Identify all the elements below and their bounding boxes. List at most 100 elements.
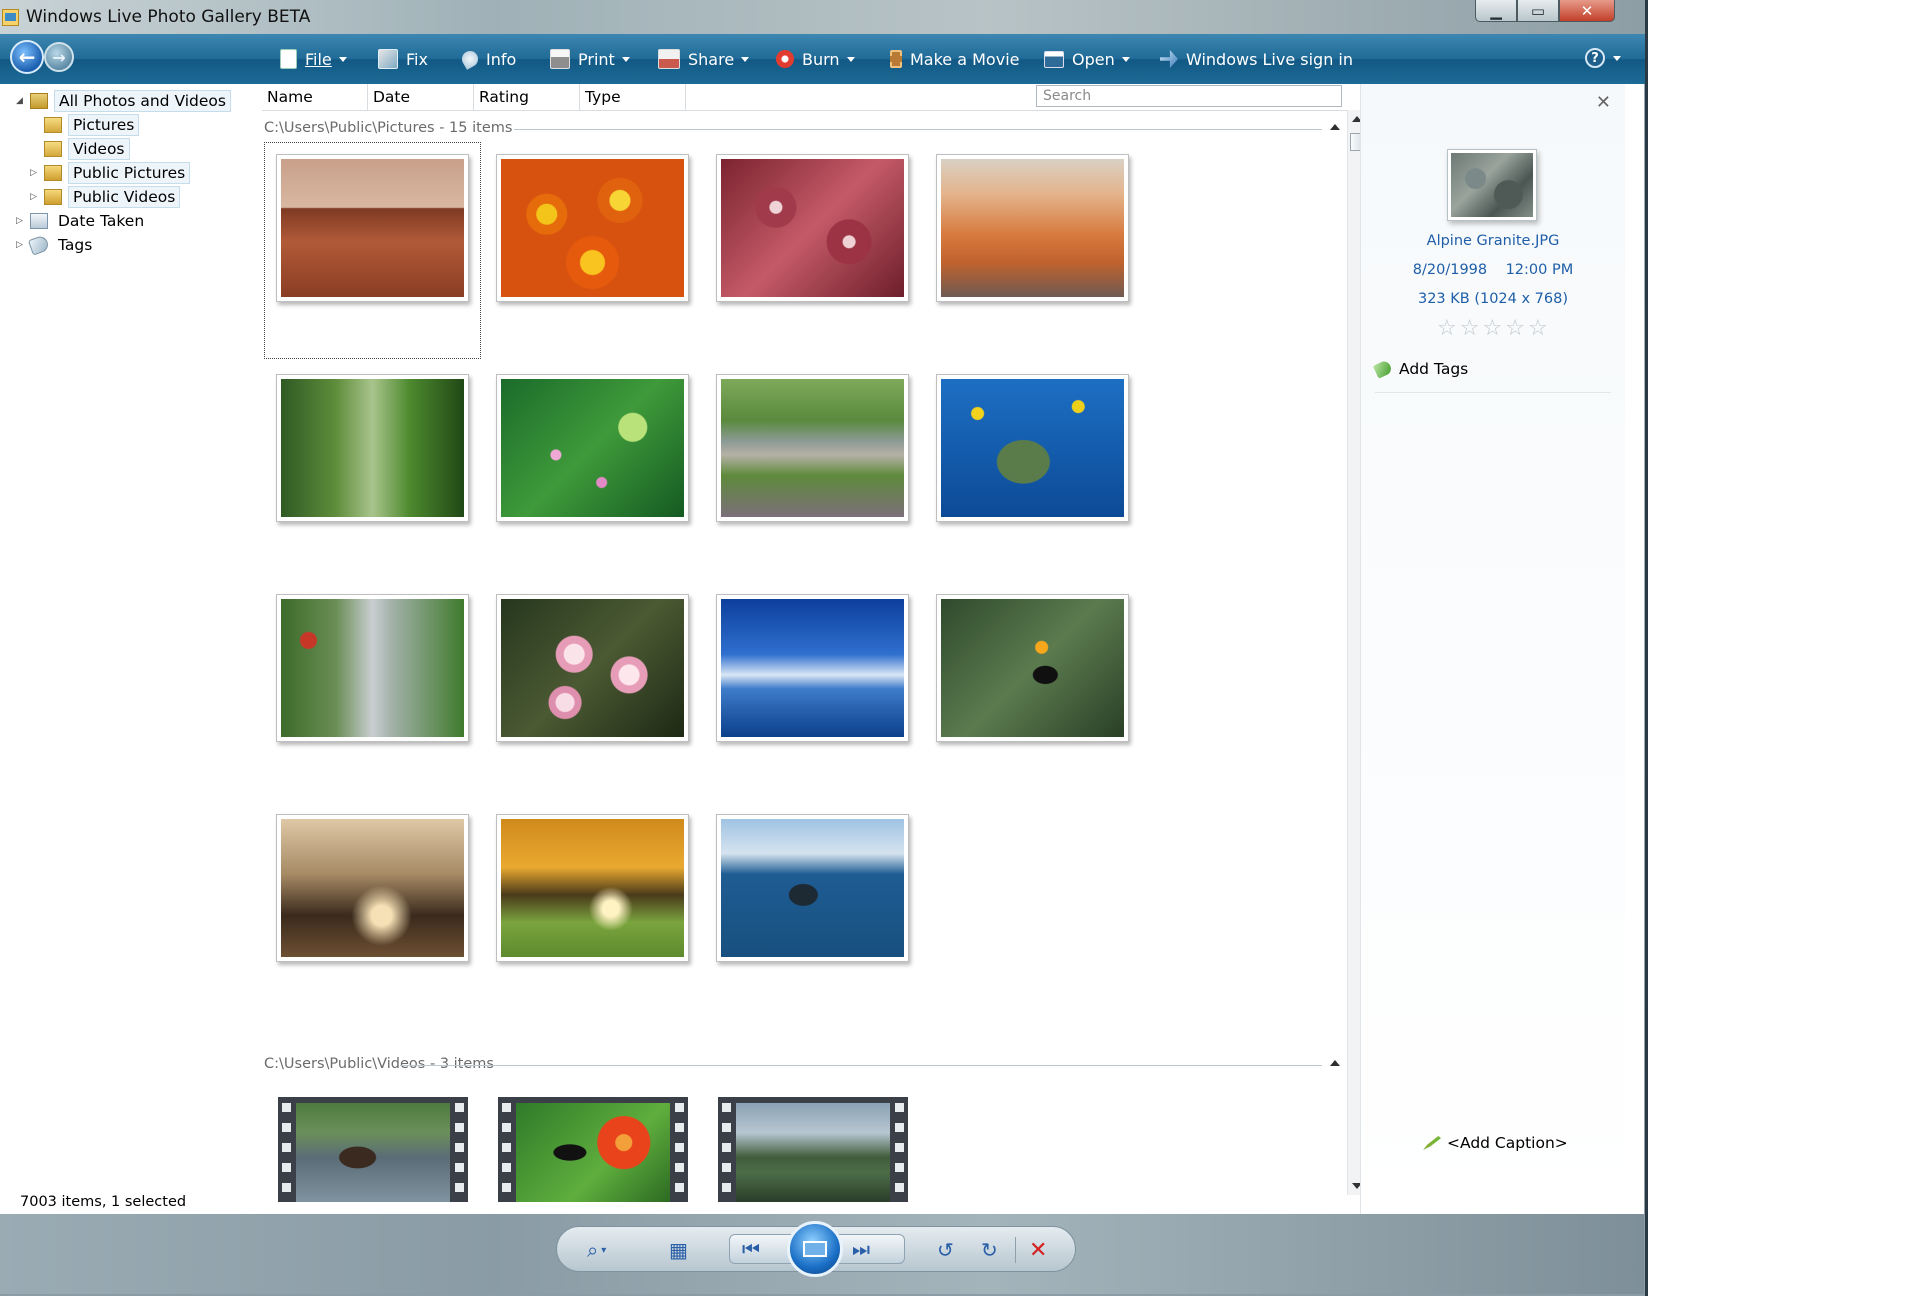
star-icon[interactable]: ☆ (1437, 316, 1457, 341)
column-header-date[interactable]: Date (368, 84, 474, 110)
tree-item-all-photos-and-videos[interactable]: ◢ All Photos and Videos (16, 90, 231, 112)
previous-icon[interactable]: ⏮ (742, 1236, 760, 1262)
pictures-folder-icon (44, 117, 62, 133)
expand-triangle-icon[interactable]: ▷ (30, 192, 40, 202)
toolbar: ← → File Fix Info Print Share Burn Make … (0, 34, 1645, 84)
collapse-group-icon[interactable] (1330, 1060, 1340, 1066)
help-chevron-down-icon[interactable] (1613, 56, 1621, 61)
open-window-icon (1044, 50, 1064, 68)
star-icon[interactable]: ☆ (1505, 316, 1525, 341)
info-size: 323 KB (1024 x 768) (1417, 291, 1569, 307)
photo-browser: Name Date Rating Type Search C:\Users\Pu… (262, 84, 1366, 1214)
chevron-down-icon (1121, 56, 1130, 62)
photo-gallery-app-icon (2, 9, 19, 26)
video-thumbnail[interactable] (278, 1097, 468, 1202)
column-header-name[interactable]: Name (262, 84, 368, 110)
make-a-movie-button[interactable]: Make a Movie (890, 48, 1019, 70)
group-header-videos[interactable]: C:\Users\Public\Videos - 3 items (264, 1056, 494, 1072)
photo-thumbnail[interactable] (716, 814, 909, 962)
photo-thumbnail[interactable] (496, 814, 689, 962)
film-strip-icon (890, 50, 902, 68)
column-header-rating[interactable]: Rating (474, 84, 580, 110)
video-thumbnail[interactable] (498, 1097, 688, 1202)
photo-thumbnail[interactable] (496, 594, 689, 742)
chevron-down-icon (846, 56, 855, 62)
rotate-clockwise-icon[interactable]: ↻ (981, 1237, 998, 1263)
calendar-icon (30, 213, 48, 229)
file-menu-button[interactable]: File (280, 48, 347, 70)
forward-arrow-icon[interactable]: → (44, 42, 74, 72)
maximize-button[interactable]: ▭ (1517, 0, 1559, 22)
delete-icon[interactable]: ✕ (1029, 1237, 1047, 1263)
rotate-counterclockwise-icon[interactable]: ↺ (937, 1237, 954, 1263)
photo-thumbnail[interactable] (276, 594, 469, 742)
search-input[interactable]: Search (1036, 85, 1342, 107)
tree-item-pictures[interactable]: Pictures (44, 114, 140, 136)
photo-thumbnail[interactable] (496, 374, 689, 522)
divider (1375, 392, 1611, 393)
star-rating[interactable]: ☆ ☆ ☆ ☆ ☆ (1437, 316, 1548, 341)
tree-item-public-pictures[interactable]: ▷ Public Pictures (30, 162, 191, 184)
next-icon[interactable]: ⏭ (852, 1236, 870, 1262)
public-folder-icon (44, 165, 62, 181)
tree-item-tags[interactable]: ▷ Tags (16, 234, 96, 256)
print-menu-button[interactable]: Print (550, 48, 630, 70)
tag-icon (27, 234, 51, 256)
star-icon[interactable]: ☆ (1460, 316, 1480, 341)
back-arrow-icon[interactable]: ← (10, 40, 44, 74)
info-pane: ✕ Alpine Granite.JPG 8/20/1998 12:00 PM … (1360, 84, 1625, 1214)
expand-triangle-icon[interactable]: ▷ (16, 240, 26, 250)
viewer-controls: ⌕ ▾ ▦ ⏮ ⏭ ↺ ↻ ✕ (556, 1221, 1076, 1277)
tree-item-videos[interactable]: Videos (44, 138, 130, 160)
collapse-triangle-icon[interactable]: ◢ (16, 96, 26, 106)
close-info-pane-icon[interactable]: ✕ (1596, 92, 1611, 113)
minimize-button[interactable]: ▁ (1475, 0, 1517, 22)
add-tag-icon (1372, 359, 1394, 379)
windows-live-sign-in-button[interactable]: Windows Live sign in (1160, 48, 1353, 70)
burn-menu-button[interactable]: Burn (776, 48, 855, 70)
group-header-pictures[interactable]: C:\Users\Public\Pictures - 15 items (264, 120, 512, 136)
zoom-icon[interactable]: ⌕ ▾ (587, 1237, 606, 1263)
photo-thumbnail[interactable] (936, 594, 1129, 742)
photo-thumbnail[interactable] (716, 154, 909, 302)
photo-thumbnail[interactable] (716, 374, 909, 522)
add-caption-button[interactable]: <Add Caption> (1423, 1134, 1568, 1152)
collapse-group-icon[interactable] (1330, 124, 1340, 130)
title-bar: Windows Live Photo Gallery BETA ▁ ▭ ✕ (0, 0, 1645, 34)
open-menu-button[interactable]: Open (1044, 48, 1130, 70)
photo-thumbnail[interactable] (496, 154, 689, 302)
selected-photo-preview (1447, 149, 1537, 221)
info-filename: Alpine Granite.JPG (1426, 233, 1560, 249)
star-icon[interactable]: ☆ (1528, 316, 1548, 341)
close-window-button[interactable]: ✕ (1559, 0, 1615, 22)
slideshow-button[interactable] (787, 1221, 843, 1277)
slideshow-icon (803, 1241, 827, 1257)
chevron-down-icon (338, 56, 347, 62)
group-divider (400, 1065, 1322, 1066)
photo-thumbnail[interactable] (716, 594, 909, 742)
photo-thumbnail[interactable] (936, 374, 1129, 522)
expand-triangle-icon[interactable]: ▷ (16, 216, 26, 226)
photo-thumbnail[interactable] (276, 374, 469, 522)
tree-item-date-taken[interactable]: ▷ Date Taken (16, 211, 148, 231)
share-menu-button[interactable]: Share (658, 48, 750, 70)
tree-item-public-videos[interactable]: ▷ Public Videos (30, 186, 181, 208)
thumbnail-view-icon[interactable]: ▦ (669, 1237, 688, 1263)
video-thumbnail[interactable] (718, 1097, 908, 1202)
info-button[interactable]: Info (459, 48, 516, 70)
group-divider (514, 129, 1322, 130)
public-folder-icon (44, 189, 62, 205)
add-tags-button[interactable]: Add Tags (1372, 359, 1468, 379)
videos-folder-icon (44, 141, 62, 157)
expand-triangle-icon[interactable]: ▷ (30, 168, 40, 178)
divider (1015, 1237, 1016, 1263)
photo-thumbnail[interactable] (276, 154, 469, 302)
navigation-pane: ◢ All Photos and Videos Pictures Videos … (0, 84, 258, 1214)
bottom-control-bar: ⌕ ▾ ▦ ⏮ ⏭ ↺ ↻ ✕ (0, 1214, 1644, 1294)
star-icon[interactable]: ☆ (1482, 316, 1502, 341)
fix-button[interactable]: Fix (378, 48, 428, 70)
photo-thumbnail[interactable] (936, 154, 1129, 302)
column-header-type[interactable]: Type (580, 84, 686, 110)
photo-thumbnail[interactable] (276, 814, 469, 962)
help-icon[interactable]: ? (1585, 48, 1605, 68)
